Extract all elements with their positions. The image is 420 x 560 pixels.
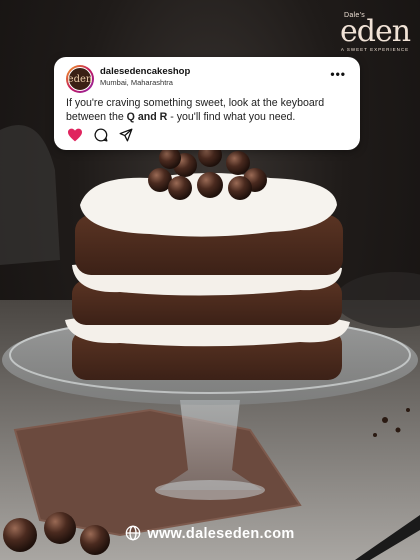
brand-word: eden	[340, 14, 411, 49]
post-card: eden dalesedencakeshop Mumbai, Maharasht…	[54, 57, 360, 150]
comment-icon[interactable]	[94, 128, 108, 142]
avatar-logo: eden	[68, 67, 92, 91]
heart-icon[interactable]	[67, 128, 83, 142]
avatar[interactable]: eden	[66, 65, 94, 93]
username[interactable]: dalesedencakeshop	[100, 66, 190, 77]
brand-tagline: A SWEET EXPERIENCE	[340, 47, 410, 52]
post-caption: If you're craving something sweet, look …	[66, 96, 356, 124]
caption-highlight: Q and R	[126, 111, 168, 123]
location[interactable]: Mumbai, Maharashtra	[100, 78, 173, 87]
globe-icon	[125, 525, 141, 545]
caption-end: - you'll find what you need.	[167, 111, 296, 123]
share-icon[interactable]	[119, 128, 133, 142]
more-dots-icon[interactable]: •••	[330, 67, 346, 81]
website-url[interactable]: www.daleseden.com	[147, 526, 294, 542]
post-image: Dale's eden A SWEET EXPERIENCE eden dale…	[0, 0, 420, 560]
post-actions	[67, 128, 133, 142]
brand-logo: Dale's eden A SWEET EXPERIENCE	[340, 12, 411, 52]
website-footer: www.daleseden.com	[0, 525, 420, 545]
